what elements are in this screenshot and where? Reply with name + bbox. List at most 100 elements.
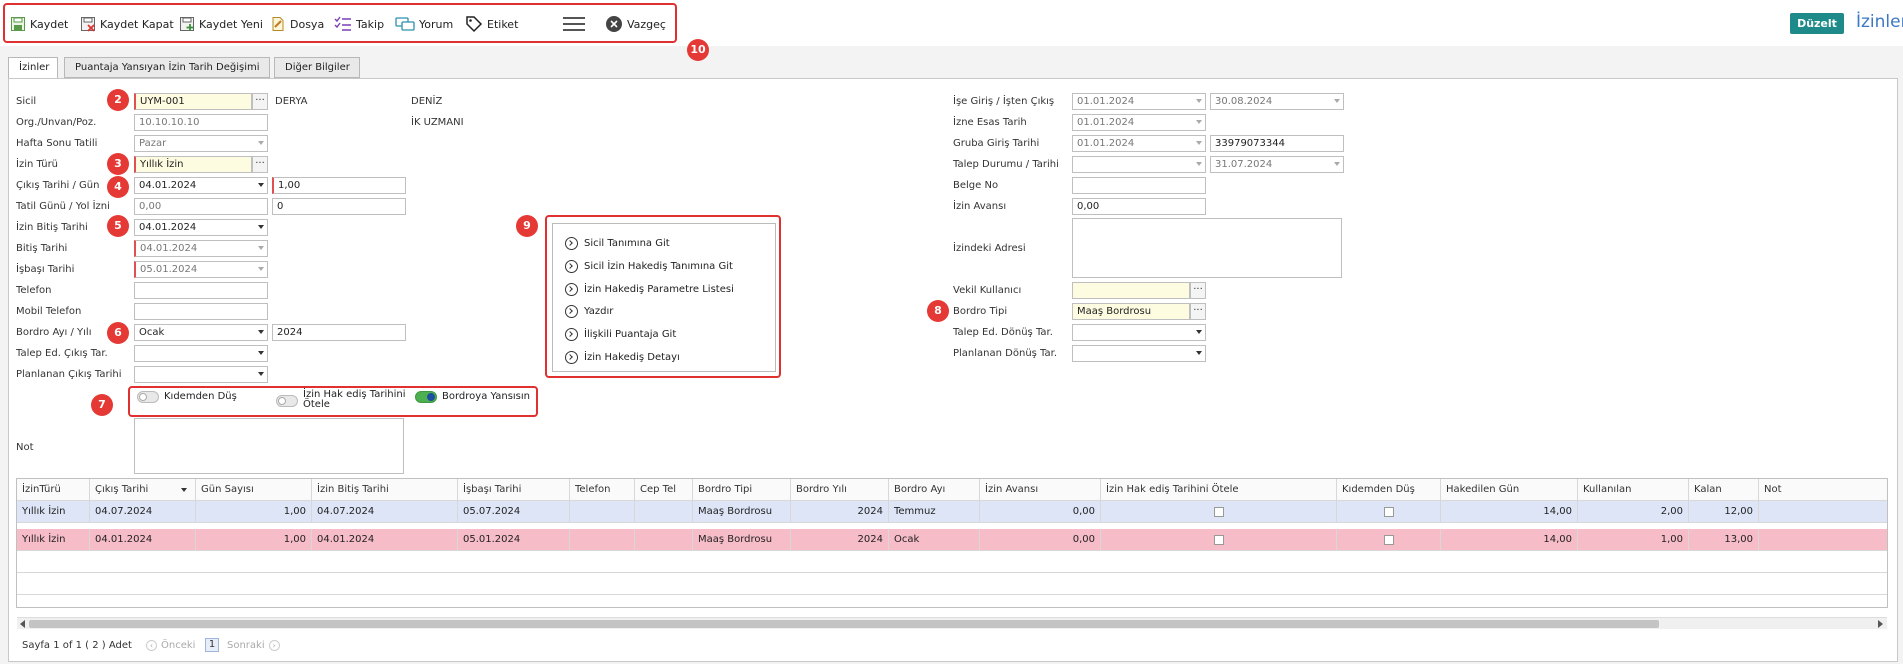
menu-icon[interactable] (563, 17, 585, 31)
scroll-left-icon[interactable] (20, 620, 25, 628)
tab-puantaja-yansiyan[interactable]: Puantaja Yansıyan İzin Tarih Değişimi (64, 57, 270, 78)
kidemden-dus-toggle[interactable] (137, 391, 159, 403)
izin-turu-input[interactable]: Yıllık İzin (134, 156, 252, 173)
tab-izinler[interactable]: İzinler (8, 57, 58, 79)
bordro-ay-select[interactable]: Ocak (134, 324, 268, 341)
sicil-lookup-button[interactable]: ··· (252, 93, 268, 110)
izin-turu-lookup-button[interactable]: ··· (252, 156, 268, 173)
hafta-sonu-label: Hafta Sonu Tatili (16, 138, 98, 149)
menu-sicil-izin-hakedis[interactable]: Sicil İzin Hakediş Tanımına Git (565, 258, 733, 274)
ise-giris-select[interactable]: 01.01.2024 (1072, 93, 1206, 110)
col-header[interactable]: Bordro Ayı (889, 479, 980, 501)
bordroya-yansisin-label: Bordroya Yansısın (442, 391, 531, 402)
arrow-right-circle-icon (565, 304, 578, 318)
bordro-tipi-lookup-button[interactable]: ··· (1190, 303, 1206, 320)
telefon-input[interactable] (134, 282, 268, 299)
planlanan-cikis-select[interactable] (134, 366, 268, 383)
talep-cikis-select[interactable] (134, 345, 268, 362)
tab-diger-bilgiler[interactable]: Diğer Bilgiler (274, 57, 360, 78)
izindeki-adres-textarea[interactable] (1072, 218, 1342, 278)
col-header[interactable]: Kıdemden Düş (1337, 479, 1441, 501)
not-textarea[interactable] (134, 418, 404, 474)
col-header[interactable]: Telefon (570, 479, 635, 501)
table-row[interactable]: Yıllık İzin 04.07.2024 1,00 04.07.2024 0… (17, 501, 1887, 523)
cikis-gun-input[interactable]: 1,00 (272, 177, 406, 194)
pager-prev-button[interactable]: ‹ Önceki (146, 640, 195, 651)
col-header[interactable]: Çıkış Tarihi (90, 479, 196, 501)
bordro-tipi-input[interactable]: Maaş Bordrosu (1072, 303, 1190, 320)
col-header[interactable]: İzinTürü (17, 479, 90, 501)
col-header[interactable]: İzin Hak ediş Tarihini Ötele (1101, 479, 1337, 501)
mobil-input[interactable] (134, 303, 268, 320)
cikis-date-select[interactable]: 04.01.2024 (134, 177, 268, 194)
bordroya-yansisin-toggle[interactable] (415, 391, 437, 403)
hak-edis-otele-toggle[interactable] (276, 395, 298, 407)
col-header[interactable]: Kalan (1689, 479, 1759, 501)
pager-next-button[interactable]: Sonraki › (227, 640, 280, 651)
col-header[interactable]: Cep Tel (635, 479, 693, 501)
col-header[interactable]: İşbaşı Tarihi (458, 479, 570, 501)
gruba-giris-select[interactable]: 01.01.2024 (1072, 135, 1206, 152)
izin-bitis-select[interactable]: 04.01.2024 (134, 219, 268, 236)
checklist-icon (334, 16, 351, 31)
kidemden-dus-checkbox[interactable] (1384, 507, 1394, 517)
save-new-button[interactable]: Kaydet Yeni (179, 14, 263, 34)
col-header[interactable]: Gün Sayısı (196, 479, 312, 501)
edit-button[interactable]: Düzelt (1790, 13, 1844, 34)
talep-cikis-label: Talep Ed. Çıkış Tar. (16, 348, 108, 359)
vekil-lookup-button[interactable]: ··· (1190, 282, 1206, 299)
scroll-thumb[interactable] (29, 620, 1659, 628)
tag-button[interactable]: Etiket (465, 14, 518, 34)
col-header[interactable]: Bordro Tipi (693, 479, 791, 501)
sicil-input[interactable]: UYM-001 (134, 93, 252, 110)
toolbar: Kaydet Kaydet Kapat Kaydet Yeni Dosya Ta… (0, 0, 1903, 46)
arrow-right-circle-icon (565, 259, 578, 273)
comment-icon (395, 17, 415, 31)
badge-2: 2 (107, 89, 129, 111)
talep-donus-select[interactable] (1072, 324, 1206, 341)
izin-avansi-input[interactable]: 0,00 (1072, 198, 1206, 215)
org-input[interactable]: 10.10.10.10 (134, 114, 268, 131)
col-header[interactable]: İzin Avansı (980, 479, 1101, 501)
save-close-button[interactable]: Kaydet Kapat (80, 14, 174, 34)
talep-tarihi-select[interactable]: 31.07.2024 (1210, 156, 1344, 173)
talep-durumu-select[interactable] (1072, 156, 1206, 173)
col-header[interactable]: Kullanılan (1578, 479, 1689, 501)
comment-label: Yorum (419, 17, 454, 31)
hafta-sonu-select[interactable]: Pazar (134, 135, 268, 152)
hak-edis-otele-checkbox[interactable] (1214, 535, 1224, 545)
yol-izni-input[interactable]: 0 (272, 198, 406, 215)
hak-edis-otele-checkbox[interactable] (1214, 507, 1224, 517)
save-button[interactable]: Kaydet (10, 14, 68, 34)
bordro-yil-input[interactable]: 2024 (272, 324, 406, 341)
table-row[interactable]: Yıllık İzin 04.01.2024 1,00 04.01.2024 0… (17, 529, 1887, 551)
izne-esas-select[interactable]: 01.01.2024 (1072, 114, 1206, 131)
col-header[interactable]: Bordro Yılı (791, 479, 889, 501)
comment-button[interactable]: Yorum (395, 14, 453, 34)
pager-page-current[interactable]: 1 (205, 638, 219, 652)
belge-no-input[interactable] (1072, 177, 1206, 194)
kidemden-dus-checkbox[interactable] (1384, 535, 1394, 545)
badge-5: 5 (107, 215, 129, 237)
follow-button[interactable]: Takip (334, 14, 384, 34)
tc-no-input[interactable]: 33979073344 (1210, 135, 1344, 152)
isten-cikis-select[interactable]: 30.08.2024 (1210, 93, 1344, 110)
menu-iliskili-puantaja-git[interactable]: İlişkili Puantaja Git (565, 326, 676, 342)
scroll-right-icon[interactable] (1878, 620, 1883, 628)
menu-izin-hakedis-parametre[interactable]: İzin Hakediş Parametre Listesi (565, 281, 734, 297)
horizontal-scrollbar-track[interactable] (17, 617, 1887, 629)
menu-yazdir[interactable]: Yazdır (565, 303, 613, 319)
bitis-select[interactable]: 04.01.2024 (134, 240, 268, 257)
col-header[interactable]: Hakedilen Gün (1441, 479, 1578, 501)
col-header[interactable]: İzin Bitiş Tarihi (312, 479, 458, 501)
menu-sicil-tanimina-git[interactable]: Sicil Tanımına Git (565, 235, 670, 251)
file-button[interactable]: Dosya (270, 14, 324, 34)
org-label: Org./Unvan/Poz. (16, 117, 97, 128)
planlanan-donus-select[interactable] (1072, 345, 1206, 362)
vekil-input[interactable] (1072, 282, 1190, 299)
menu-izin-hakedis-detayi[interactable]: İzin Hakediş Detayı (565, 349, 680, 365)
tatil-input[interactable]: 0,00 (134, 198, 268, 215)
isbasi-select[interactable]: 05.01.2024 (134, 261, 268, 278)
col-header[interactable]: Not (1759, 479, 1887, 501)
cancel-button[interactable]: Vazgeç (605, 14, 666, 34)
